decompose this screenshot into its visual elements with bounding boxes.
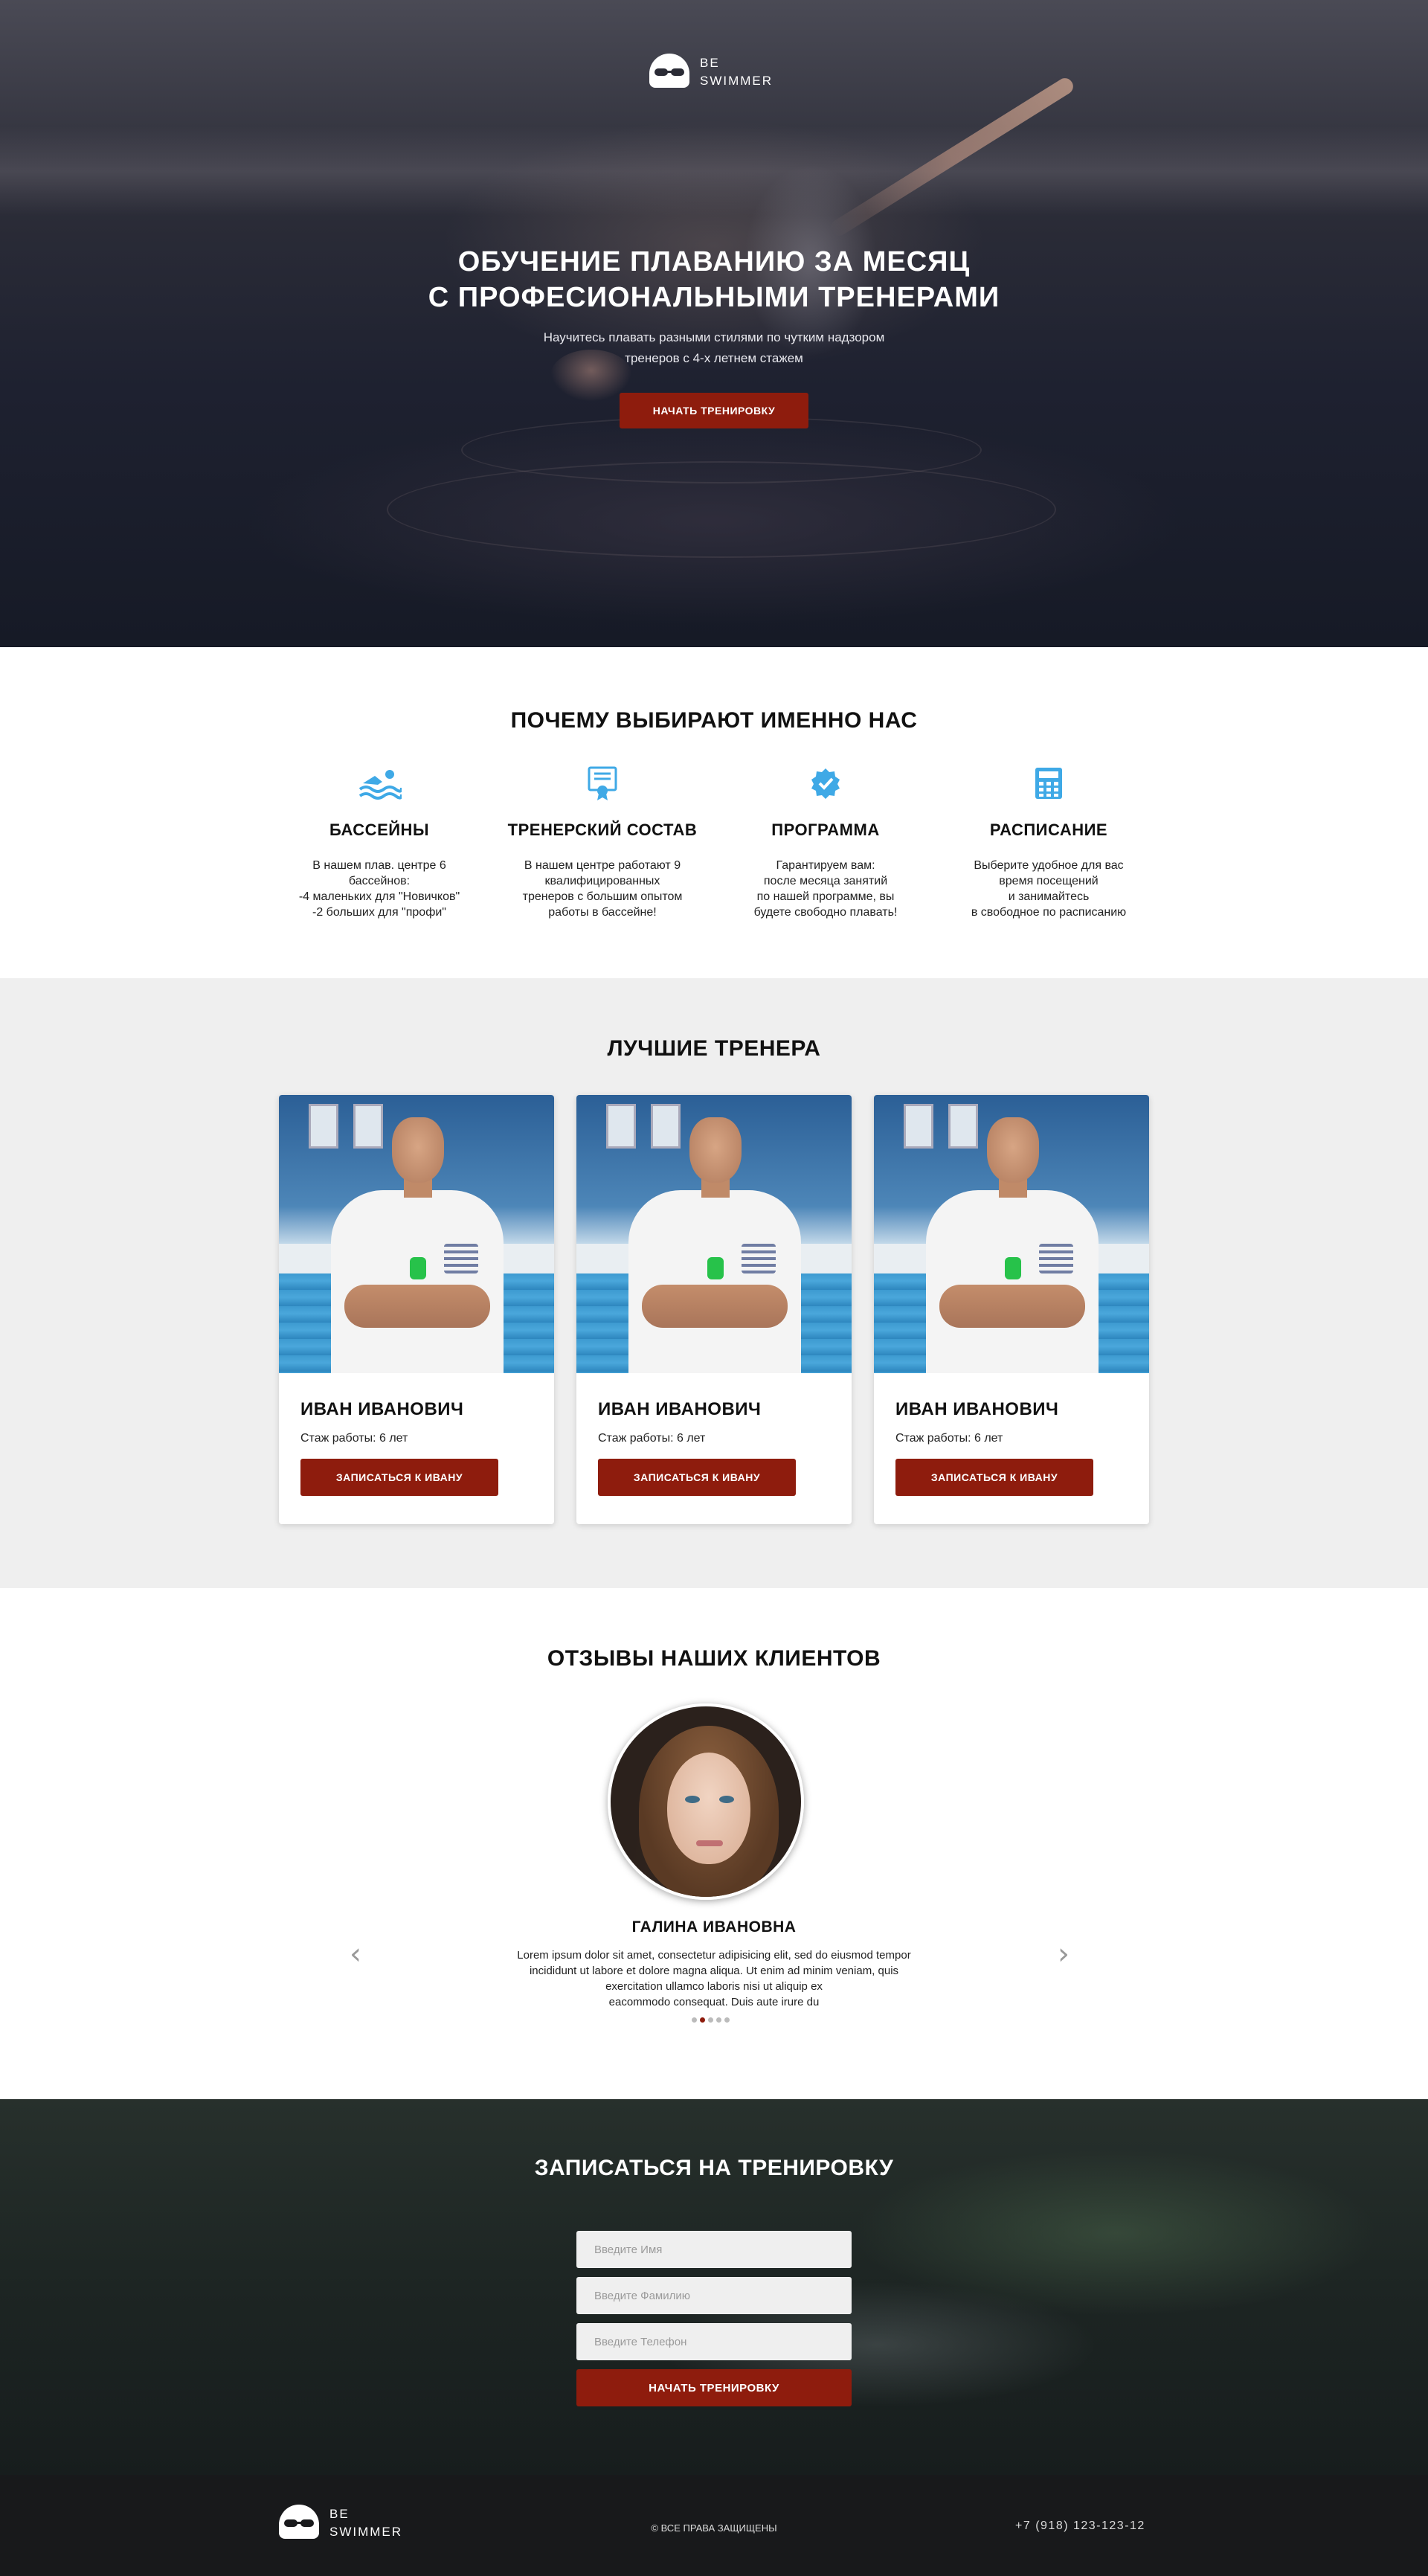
last-name-input[interactable] [576, 2277, 852, 2314]
carousel-dot[interactable] [724, 2017, 730, 2023]
trainer-card: ИВАН ИВАНОВИЧ Стаж работы: 6 лет ЗАПИСАТ… [279, 1095, 554, 1524]
why-us-title: ПОЧЕМУ ВЫБИРАЮТ ИМЕННО НАС [510, 708, 918, 733]
swim-cap-logo-icon [649, 54, 689, 91]
hero-subtitle: Научитесь плавать разными стилями по чут… [0, 327, 1428, 369]
hero-section: BE SWIMMER ОБУЧЕНИЕ ПЛАВАНИЮ ЗА МЕСЯЦ С … [0, 0, 1428, 647]
phone-input[interactable] [576, 2323, 852, 2360]
trainers-section: ЛУЧШИЕ ТРЕНЕРА ИВАН ИВАНОВИЧ Стаж работы… [0, 978, 1428, 1588]
feature-title: РАСПИСАНИЕ [989, 820, 1108, 839]
feature-program: ПРОГРАММА Гарантируем вам: после месяца … [714, 762, 937, 920]
feature-title: ТРЕНЕРСКИЙ СОСТАВ [507, 820, 698, 839]
hero-background-mist [0, 126, 1428, 216]
reviews-title: ОТЗЫВЫ НАШИХ КЛИЕНТОВ [547, 1646, 881, 1671]
features-list: БАССЕЙНЫ В нашем плав. центре 6 бассейно… [268, 762, 1160, 920]
hero-subtitle-line1: Научитесь плавать разными стилями по чут… [543, 330, 885, 344]
submit-training-button[interactable]: НАЧАТЬ ТРЕНИРОВКУ [576, 2369, 852, 2406]
book-trainer-button[interactable]: ЗАПИСАТЬСЯ К ИВАНУ [895, 1459, 1093, 1496]
verified-badge-icon [802, 762, 849, 804]
signup-title: ЗАПИСАТЬСЯ НА ТРЕНИРОВКУ [534, 2156, 894, 2180]
logo-text-line1: BE [700, 56, 720, 70]
trainer-photo [576, 1095, 852, 1373]
trainer-photo [279, 1095, 554, 1373]
reviewer-name: ГАЛИНА ИВАНОВНА [631, 1918, 797, 1936]
first-name-input[interactable] [576, 2231, 852, 2268]
logo-text-line1: BE [329, 2507, 350, 2521]
swimmer-icon [356, 762, 403, 804]
feature-pools: БАССЕЙНЫ В нашем плав. центре 6 бассейно… [268, 762, 491, 920]
trainer-name: ИВАН ИВАНОВИЧ [300, 1399, 464, 1419]
feature-schedule: РАСПИСАНИЕ Выберите удобное для вас врем… [937, 762, 1160, 920]
signup-form: НАЧАТЬ ТРЕНИРОВКУ [576, 2231, 852, 2406]
calendar-icon [1025, 762, 1072, 804]
reviews-section: ОТЗЫВЫ НАШИХ КЛИЕНТОВ ‹ › ГАЛИНА ИВАНОВН… [0, 1588, 1428, 2099]
copyright-text: © ВСЕ ПРАВА ЗАЩИЩЕНЫ [651, 2522, 777, 2534]
trainer-name: ИВАН ИВАНОВИЧ [895, 1399, 1059, 1419]
carousel-dot-active[interactable] [700, 2017, 705, 2023]
feature-title: БАССЕЙНЫ [329, 820, 429, 839]
feature-title: ПРОГРАММА [771, 820, 880, 839]
feature-text: Гарантируем вам: после месяца занятий по… [753, 859, 898, 919]
certificate-icon [579, 762, 626, 804]
header-logo[interactable]: BE SWIMMER [649, 54, 773, 91]
trainer-name: ИВАН ИВАНОВИЧ [598, 1399, 762, 1419]
carousel-dots [692, 2017, 730, 2023]
start-training-button[interactable]: НАЧАТЬ ТРЕНИРОВКУ [620, 393, 808, 428]
carousel-next-arrow-icon[interactable]: › [1058, 1939, 1070, 1969]
book-trainer-button[interactable]: ЗАПИСАТЬСЯ К ИВАНУ [598, 1459, 796, 1496]
trainer-photo [874, 1095, 1149, 1373]
footer-phone[interactable]: +7 (918) 123-123-12 [1015, 2519, 1145, 2533]
signup-section: ЗАПИСАТЬСЯ НА ТРЕНИРОВКУ НАЧАТЬ ТРЕНИРОВ… [0, 2099, 1428, 2475]
feature-text: Выберите удобное для вас время посещений… [971, 859, 1127, 919]
trainer-experience: Стаж работы: 6 лет [598, 1432, 706, 1445]
trainer-experience: Стаж работы: 6 лет [895, 1432, 1003, 1445]
carousel-dot[interactable] [708, 2017, 713, 2023]
water-ripple [387, 461, 1056, 558]
trainer-card: ИВАН ИВАНОВИЧ Стаж работы: 6 лет ЗАПИСАТ… [576, 1095, 852, 1524]
trainer-cards: ИВАН ИВАНОВИЧ Стаж работы: 6 лет ЗАПИСАТ… [279, 1095, 1149, 1524]
trainer-card: ИВАН ИВАНОВИЧ Стаж работы: 6 лет ЗАПИСАТ… [874, 1095, 1149, 1524]
carousel-dot[interactable] [716, 2017, 721, 2023]
feature-trainers: ТРЕНЕРСКИЙ СОСТАВ В нашем центре работаю… [491, 762, 714, 920]
hero-subtitle-line2: тренеров с 4-х летнем стажем [625, 351, 803, 365]
trainer-experience: Стаж работы: 6 лет [300, 1432, 408, 1445]
trainers-title: ЛУЧШИЕ ТРЕНЕРА [607, 1036, 821, 1061]
footer: BE SWIMMER © ВСЕ ПРАВА ЗАЩИЩЕНЫ +7 (918)… [0, 2475, 1428, 2576]
why-us-section: ПОЧЕМУ ВЫБИРАЮТ ИМЕННО НАС БАССЕЙНЫ В на… [0, 647, 1428, 978]
reviewer-avatar [608, 1703, 804, 1900]
book-trainer-button[interactable]: ЗАПИСАТЬСЯ К ИВАНУ [300, 1459, 498, 1496]
hero-title-line2: С ПРОФЕСИОНАЛЬНЫМИ ТРЕНЕРАМИ [428, 282, 1000, 313]
review-text: Lorem ipsum dolor sit amet, consectetur … [517, 1949, 911, 2008]
carousel-dot[interactable] [692, 2017, 697, 2023]
feature-text: В нашем плав. центре 6 бассейнов: -4 мал… [298, 859, 460, 919]
hero-title-line1: ОБУЧЕНИЕ ПЛАВАНИЮ ЗА МЕСЯЦ [457, 246, 971, 277]
hero-title: ОБУЧЕНИЕ ПЛАВАНИЮ ЗА МЕСЯЦ С ПРОФЕСИОНАЛ… [0, 244, 1428, 315]
logo-text-line2: SWIMMER [700, 74, 774, 88]
logo-text: BE SWIMMER [700, 54, 773, 90]
feature-text: В нашем центре работают 9 квалифицирован… [522, 859, 683, 919]
carousel-prev-arrow-icon[interactable]: ‹ [350, 1939, 361, 1969]
